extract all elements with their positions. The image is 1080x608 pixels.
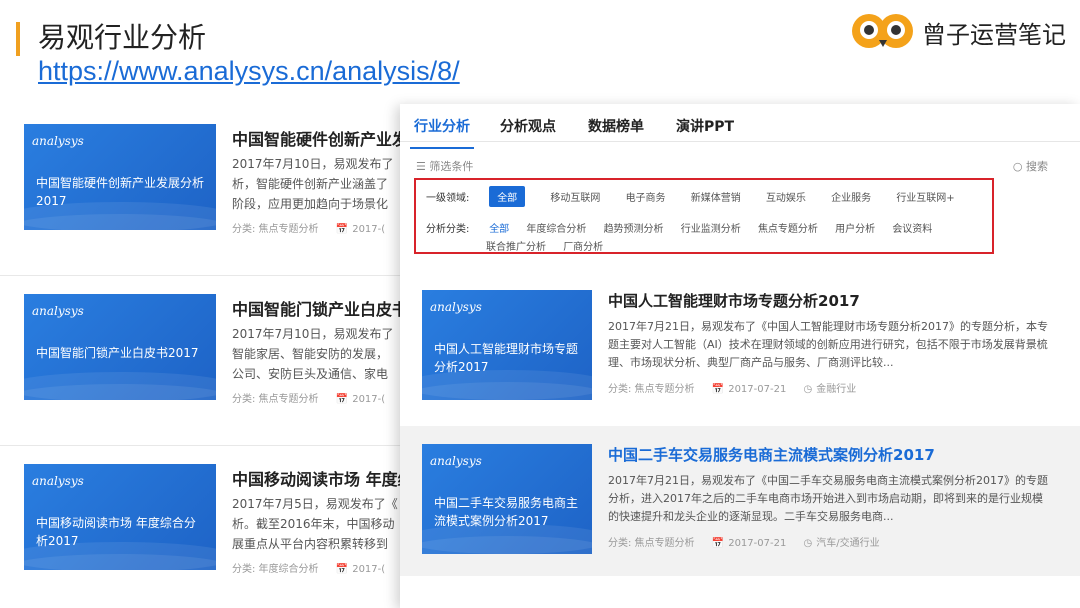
calendar-icon: 📅 bbox=[711, 384, 725, 395]
type-chip[interactable]: 焦点专题分析 bbox=[758, 220, 818, 235]
category-text: 分类: 焦点专题分析 bbox=[232, 224, 319, 235]
list-item[interactable]: analysys 中国人工智能理财市场专题分析2017 中国人工智能理财市场专题… bbox=[400, 272, 1080, 422]
title-accent-bar bbox=[16, 22, 20, 56]
type-chip[interactable]: 会议资料 bbox=[892, 220, 932, 235]
category-text: 分类: 焦点专题分析 bbox=[608, 538, 695, 549]
list-item[interactable]: analysys 中国移动阅读市场 年度综合分析2017 中国移动阅读市场 年度… bbox=[0, 448, 420, 608]
date-text: 2017-07-21 bbox=[728, 384, 787, 395]
analysys-logo: analysys bbox=[32, 304, 84, 318]
search-icon: ○ bbox=[1012, 160, 1026, 173]
domain-chip[interactable]: 行业互联网+ bbox=[896, 189, 954, 204]
type-label: 分析分类: bbox=[426, 224, 470, 235]
industry-icon: ◷ bbox=[803, 384, 813, 395]
category-text: 分类: 年度综合分析 bbox=[232, 564, 319, 575]
type-chip[interactable]: 用户分析 bbox=[835, 220, 875, 235]
brand: 曾子运营笔记 bbox=[852, 12, 1066, 52]
thumbnail-title: 中国智能门锁产业白皮书2017 bbox=[36, 346, 199, 360]
article-title[interactable]: 中国智能门锁产业白皮书 bbox=[232, 296, 408, 320]
industry-text: 金融行业 bbox=[816, 384, 857, 395]
article-thumbnail[interactable]: analysys 中国智能门锁产业白皮书2017 bbox=[24, 294, 216, 400]
article-desc: 2017年7月21日，易观发布了《中国二手车交易服务电商主流模式案例分析2017… bbox=[608, 474, 1048, 523]
search-link[interactable]: ○ 搜索 bbox=[1013, 158, 1048, 174]
article-meta: 分类: 焦点专题分析 📅 2017-( bbox=[232, 220, 385, 235]
domain-chip[interactable]: 电子商务 bbox=[626, 189, 666, 204]
article-meta: 分类: 焦点专题分析 📅 2017-07-21 ◷ 汽车/交通行业 bbox=[608, 534, 880, 549]
list-item[interactable]: analysys 中国智能门锁产业白皮书2017 中国智能门锁产业白皮书 201… bbox=[0, 278, 420, 446]
domain-chip[interactable]: 互动娱乐 bbox=[766, 189, 806, 204]
list-item[interactable]: analysys 中国二手车交易服务电商主流模式案例分析2017 中国二手车交易… bbox=[400, 426, 1080, 576]
type-chip[interactable]: 行业监测分析 bbox=[681, 220, 741, 235]
filter-header[interactable]: ☰ 筛选条件 bbox=[416, 158, 473, 174]
type-chip[interactable]: 趋势预测分析 bbox=[604, 220, 664, 235]
category-text: 分类: 焦点专题分析 bbox=[232, 394, 319, 405]
tab-bar: 行业分析 分析观点 数据榜单 演讲PPT bbox=[400, 104, 1080, 149]
date-text: 2017-( bbox=[352, 224, 386, 235]
calendar-icon: 📅 bbox=[335, 394, 349, 405]
list-item[interactable]: analysys 中国智能硬件创新产业发展分析2017 中国智能硬件创新产业发 … bbox=[0, 108, 420, 276]
industry-icon: ◷ bbox=[803, 538, 813, 549]
owl-logo-icon bbox=[852, 12, 914, 52]
tab-analysis-views[interactable]: 分析观点 bbox=[500, 116, 556, 136]
slide-title: 易观行业分析 bbox=[38, 21, 207, 54]
tab-data-ranking[interactable]: 数据榜单 bbox=[588, 116, 644, 136]
calendar-icon: 📅 bbox=[335, 224, 349, 235]
article-title[interactable]: 中国智能硬件创新产业发 bbox=[232, 126, 408, 150]
type-chip[interactable]: 年度综合分析 bbox=[526, 220, 586, 235]
left-article-list: analysys 中国智能硬件创新产业发展分析2017 中国智能硬件创新产业发 … bbox=[0, 108, 420, 608]
article-title[interactable]: 中国二手车交易服务电商主流模式案例分析2017 bbox=[608, 444, 935, 465]
domain-filter-row: 一级领域: 全部 移动互联网 电子商务 新媒体营销 互动娱乐 企业服务 行业互联… bbox=[426, 186, 977, 207]
domain-chip[interactable]: 企业服务 bbox=[831, 189, 871, 204]
type-chip[interactable]: 联合推广分析 bbox=[486, 238, 546, 253]
thumbnail-title: 中国二手车交易服务电商主流模式案例分析2017 bbox=[434, 496, 579, 528]
analysys-logo: analysys bbox=[32, 134, 84, 148]
domain-label: 一级领域: bbox=[426, 193, 470, 204]
filter-box: 一级领域: 全部 移动互联网 电子商务 新媒体营销 互动娱乐 企业服务 行业互联… bbox=[414, 178, 994, 254]
calendar-icon: 📅 bbox=[711, 538, 725, 549]
analysys-logo: analysys bbox=[430, 454, 482, 468]
category-text: 分类: 焦点专题分析 bbox=[608, 384, 695, 395]
calendar-icon: 📅 bbox=[335, 564, 349, 575]
article-title[interactable]: 中国人工智能理财市场专题分析2017 bbox=[608, 290, 860, 311]
domain-chip[interactable]: 移动互联网 bbox=[550, 189, 600, 204]
article-meta: 分类: 焦点专题分析 📅 2017-( bbox=[232, 390, 385, 405]
analysis-link[interactable]: https://www.analysys.cn/analysis/8/ bbox=[38, 56, 460, 87]
date-text: 2017-( bbox=[352, 564, 386, 575]
analysys-logo: analysys bbox=[430, 300, 482, 314]
type-filter-row: 分析分类: 全部 年度综合分析 趋势预测分析 行业监测分析 焦点专题分析 用户分… bbox=[426, 220, 932, 235]
article-thumbnail[interactable]: analysys 中国智能硬件创新产业发展分析2017 bbox=[24, 124, 216, 230]
article-thumbnail[interactable]: analysys 中国二手车交易服务电商主流模式案例分析2017 bbox=[422, 444, 592, 554]
domain-chip[interactable]: 新媒体营销 bbox=[691, 189, 741, 204]
menu-icon: ☰ bbox=[416, 160, 430, 173]
tab-speech-ppt[interactable]: 演讲PPT bbox=[676, 116, 734, 136]
article-thumbnail[interactable]: analysys 中国人工智能理财市场专题分析2017 bbox=[422, 290, 592, 400]
date-text: 2017-( bbox=[352, 394, 386, 405]
article-meta: 分类: 年度综合分析 📅 2017-( bbox=[232, 560, 385, 575]
article-meta: 分类: 焦点专题分析 📅 2017-07-21 ◷ 金融行业 bbox=[608, 380, 856, 395]
thumbnail-title: 中国移动阅读市场 年度综合分析2017 bbox=[36, 516, 196, 548]
article-desc: 2017年7月21日，易观发布了《中国人工智能理财市场专题分析2017》的专题分… bbox=[608, 320, 1048, 369]
industry-text: 汽车/交通行业 bbox=[816, 538, 880, 549]
analysys-logo: analysys bbox=[32, 474, 84, 488]
domain-chip[interactable]: 全部 bbox=[489, 186, 526, 207]
tab-industry-analysis[interactable]: 行业分析 bbox=[410, 116, 474, 149]
slide: 易观行业分析 https://www.analysys.cn/analysis/… bbox=[0, 0, 1080, 608]
type-chip[interactable]: 厂商分析 bbox=[563, 238, 603, 253]
type-filter-row-2: 联合推广分析 厂商分析 bbox=[486, 238, 625, 253]
analysis-panel: 行业分析 分析观点 数据榜单 演讲PPT ☰ 筛选条件 ○ 搜索 一级领域: 全… bbox=[400, 104, 1080, 608]
article-thumbnail[interactable]: analysys 中国移动阅读市场 年度综合分析2017 bbox=[24, 464, 216, 570]
brand-name: 曾子运营笔记 bbox=[922, 20, 1066, 49]
type-chip[interactable]: 全部 bbox=[489, 220, 509, 235]
thumbnail-title: 中国智能硬件创新产业发展分析2017 bbox=[36, 176, 205, 208]
thumbnail-title: 中国人工智能理财市场专题分析2017 bbox=[434, 342, 579, 374]
article-title[interactable]: 中国移动阅读市场 年度综 bbox=[232, 466, 414, 490]
date-text: 2017-07-21 bbox=[728, 538, 787, 549]
